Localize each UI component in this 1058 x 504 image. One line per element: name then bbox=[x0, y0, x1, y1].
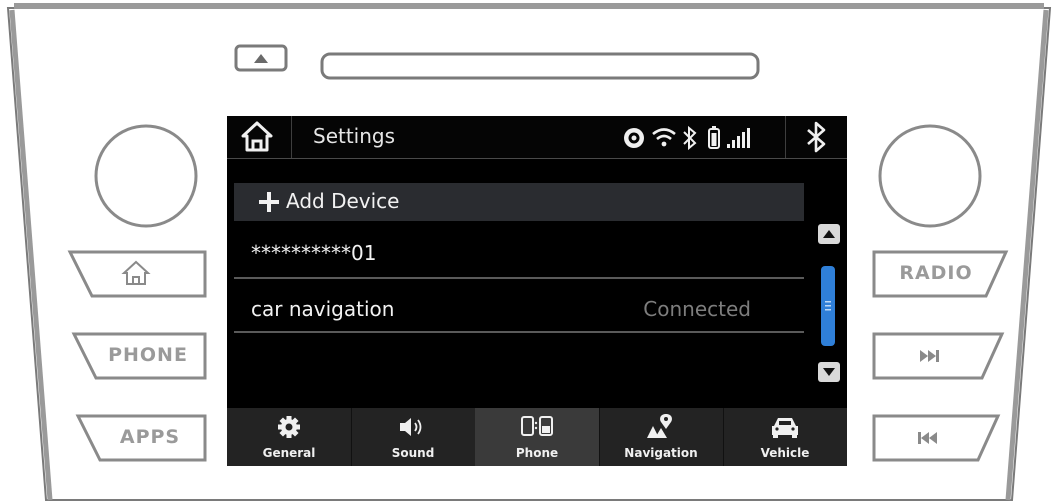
device-name: **********01 bbox=[251, 241, 377, 265]
tab-phone[interactable]: Phone bbox=[475, 408, 600, 466]
eject-icon bbox=[234, 44, 288, 72]
touch-screen: Settings Add Device **********01 car nav… bbox=[227, 116, 847, 466]
hw-prev-button[interactable] bbox=[874, 416, 998, 460]
scroll-down-button[interactable] bbox=[818, 362, 840, 382]
tab-label: Phone bbox=[515, 446, 559, 460]
bluetooth-icon bbox=[807, 121, 826, 153]
page-title: Settings bbox=[313, 124, 396, 148]
bluetooth-icon bbox=[683, 125, 697, 151]
volume-knob[interactable] bbox=[96, 126, 196, 226]
chevron-up-icon bbox=[823, 230, 835, 238]
status-icons bbox=[623, 125, 773, 155]
device-row[interactable]: **********01 bbox=[234, 233, 804, 279]
bluetooth-button[interactable] bbox=[785, 116, 847, 158]
cd-slot bbox=[322, 54, 758, 78]
device-status: Connected bbox=[643, 297, 751, 321]
hw-apps-button[interactable]: APPS bbox=[78, 416, 205, 460]
tab-bar: General Sound Phone Navigation Vehicle bbox=[227, 408, 847, 466]
tab-navigation[interactable]: Navigation bbox=[599, 408, 724, 466]
scrollbar-thumb[interactable] bbox=[821, 266, 835, 346]
tab-general[interactable]: General bbox=[227, 408, 352, 466]
phone-icon bbox=[521, 416, 553, 436]
tab-sound[interactable]: Sound bbox=[351, 408, 476, 466]
hw-apps-label: APPS bbox=[119, 426, 181, 448]
tab-label: General bbox=[262, 446, 316, 460]
device-row[interactable]: car navigation Connected bbox=[234, 289, 804, 333]
grip-icon bbox=[825, 301, 831, 311]
hw-home-button[interactable] bbox=[70, 252, 205, 296]
tab-label: Navigation bbox=[624, 446, 698, 460]
skip-forward-icon bbox=[920, 350, 939, 362]
eject-button[interactable] bbox=[234, 44, 288, 72]
top-bar: Settings bbox=[227, 116, 847, 159]
tune-knob[interactable] bbox=[880, 126, 980, 226]
chevron-down-icon bbox=[823, 368, 835, 376]
tab-vehicle[interactable]: Vehicle bbox=[723, 408, 847, 466]
map-pin-icon bbox=[647, 414, 672, 438]
hw-next-button[interactable] bbox=[874, 334, 1002, 378]
hw-phone-button[interactable]: PHONE bbox=[74, 334, 205, 378]
gear-icon bbox=[278, 416, 300, 438]
tab-label: Vehicle bbox=[760, 446, 810, 460]
screen-home-button[interactable] bbox=[227, 116, 292, 158]
hw-radio-label: RADIO bbox=[899, 262, 973, 284]
skip-back-icon bbox=[918, 432, 937, 444]
home-icon bbox=[121, 260, 151, 285]
add-device-label: Add Device bbox=[286, 189, 400, 213]
hw-phone-label: PHONE bbox=[108, 344, 188, 366]
device-name: car navigation bbox=[251, 297, 395, 321]
wifi-icon bbox=[652, 128, 676, 147]
signal-icon bbox=[727, 128, 750, 148]
speaker-icon bbox=[400, 418, 422, 436]
tab-label: Sound bbox=[391, 446, 435, 460]
plus-icon bbox=[259, 192, 279, 212]
scroll-up-button[interactable] bbox=[818, 224, 840, 244]
battery-icon bbox=[708, 126, 720, 149]
car-icon bbox=[772, 418, 798, 438]
hw-radio-button[interactable]: RADIO bbox=[874, 252, 1006, 296]
add-device-button[interactable]: Add Device bbox=[234, 183, 804, 221]
home-icon bbox=[241, 121, 273, 152]
sirius-icon bbox=[624, 128, 644, 148]
